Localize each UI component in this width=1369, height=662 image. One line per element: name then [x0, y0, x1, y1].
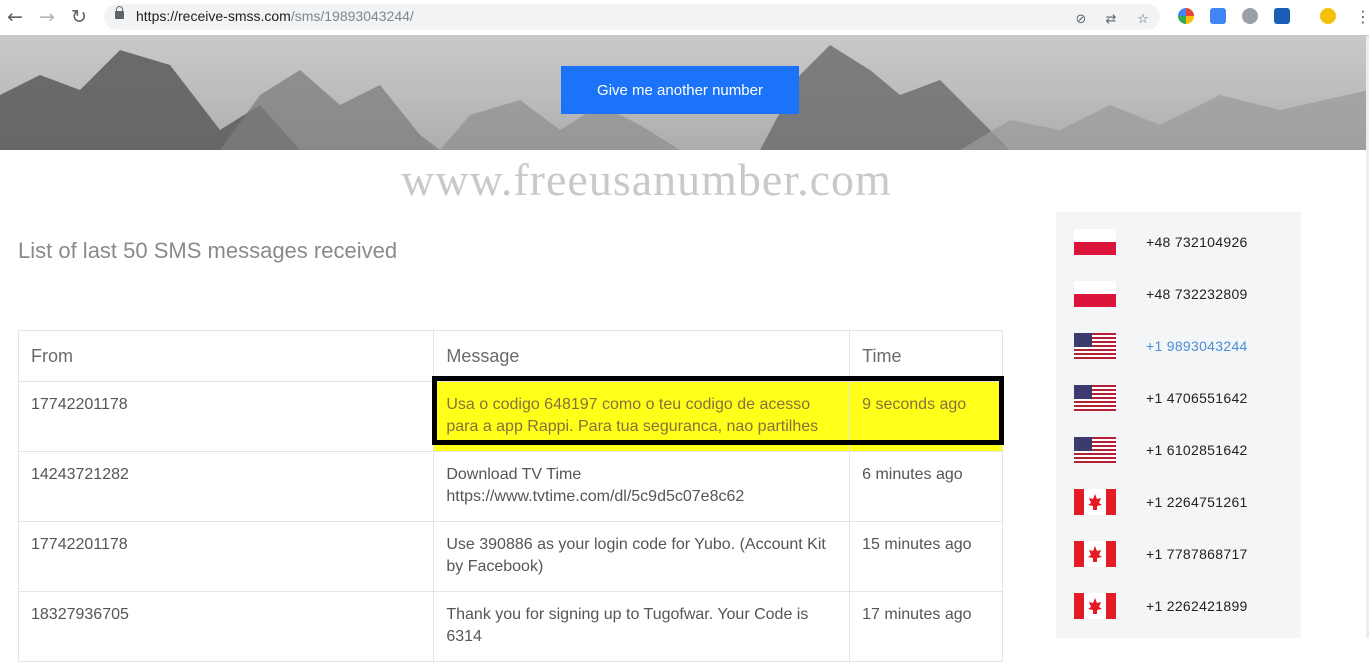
canada-flag-icon [1074, 593, 1116, 619]
header-from: From [17, 330, 435, 382]
table-header-row: From Message Time [17, 330, 1003, 382]
table-row: 18327936705 Thank you for signing up to … [17, 591, 1003, 662]
sms-message: Usa o codigo 648197 como o teu codigo de… [433, 381, 851, 452]
phone-number-link[interactable]: +48 732104926 [1146, 234, 1248, 250]
sms-message: Download TV Time https://www.tvtime.com/… [433, 451, 851, 522]
browser-toolbar: ← → ↻ https://receive-smss.com/sms/19893… [0, 0, 1369, 36]
lock-icon [115, 6, 124, 19]
phone-number-link[interactable]: +1 9893043244 [1146, 338, 1248, 354]
sms-from: 14243721282 [17, 451, 435, 522]
phone-number-link[interactable]: +48 732232809 [1146, 286, 1248, 302]
translate-icon[interactable]: ⇄ [1103, 12, 1119, 28]
blocked-popup-icon[interactable]: ⊘ [1073, 12, 1089, 28]
number-item[interactable]: +1 2262421899 [1056, 580, 1301, 632]
hero-banner: Give me another number [0, 35, 1369, 150]
sms-message: Use 390886 as your login code for Yubo. … [433, 521, 851, 592]
table-row: 17742201178 Usa o codigo 648197 como o t… [17, 381, 1003, 452]
forward-icon[interactable]: → [36, 6, 58, 28]
reload-icon[interactable]: ↻ [68, 6, 90, 28]
sms-from: 17742201178 [17, 521, 435, 592]
canada-flag-icon [1074, 489, 1116, 515]
extension-icon[interactable] [1242, 8, 1258, 24]
sms-time: 6 minutes ago [849, 451, 1003, 522]
usa-flag-icon [1074, 437, 1116, 463]
table-row: 14243721282 Download TV Time https://www… [17, 451, 1003, 522]
sms-from: 18327936705 [17, 591, 435, 662]
table-row: 17742201178 Use 390886 as your login cod… [17, 521, 1003, 592]
poland-flag-icon [1074, 281, 1116, 307]
number-item[interactable]: +48 732104926 [1056, 216, 1301, 268]
profile-avatar-icon[interactable] [1320, 8, 1336, 24]
sms-time: 15 minutes ago [849, 521, 1003, 592]
number-item[interactable]: +1 4706551642 [1056, 372, 1301, 424]
url-text[interactable]: https://receive-smss.com/sms/19893043244… [136, 8, 414, 24]
sms-time: 17 minutes ago [849, 591, 1003, 662]
translate-extension-icon[interactable] [1210, 8, 1226, 24]
sms-time: 9 seconds ago [849, 381, 1003, 452]
sms-messages-table: From Message Time 17742201178 Usa o codi… [17, 330, 1003, 662]
number-item[interactable]: +48 732232809 [1056, 268, 1301, 320]
give-another-number-button[interactable]: Give me another number [561, 66, 799, 114]
phone-number-link[interactable]: +1 2262421899 [1146, 598, 1248, 614]
color-extension-icon[interactable] [1178, 8, 1194, 24]
numbers-sidebar: +48 732104926 +48 732232809 +1 989304324… [1056, 212, 1301, 638]
bookmark-star-icon[interactable]: ☆ [1135, 12, 1151, 28]
usa-flag-icon [1074, 385, 1116, 411]
canada-flag-icon [1074, 541, 1116, 567]
address-bar[interactable]: https://receive-smss.com/sms/19893043244… [104, 4, 1160, 30]
watermark-text: www.freeusanumber.com [401, 154, 892, 205]
phone-number-link[interactable]: +1 4706551642 [1146, 390, 1248, 406]
phone-number-link[interactable]: +1 6102851642 [1146, 442, 1248, 458]
number-item[interactable]: +1 2264751261 [1056, 476, 1301, 528]
number-item-active[interactable]: +1 9893043244 [1056, 320, 1301, 372]
url-host: https://receive-smss.com [136, 8, 291, 24]
browser-menu-icon[interactable]: ⋮ [1355, 8, 1369, 26]
back-icon[interactable]: ← [4, 6, 26, 28]
phone-number-link[interactable]: +1 7787868717 [1146, 546, 1248, 562]
page-title: List of last 50 SMS messages received [18, 238, 398, 263]
cast-extension-icon[interactable] [1274, 8, 1290, 24]
number-item[interactable]: +1 6102851642 [1056, 424, 1301, 476]
number-item[interactable]: +1 7787868717 [1056, 528, 1301, 580]
header-time: Time [849, 330, 1003, 382]
poland-flag-icon [1074, 229, 1116, 255]
sms-from: 17742201178 [17, 381, 435, 452]
url-path: /sms/19893043244/ [290, 8, 414, 24]
header-message: Message [433, 330, 851, 382]
usa-flag-icon [1074, 333, 1116, 359]
phone-number-link[interactable]: +1 2264751261 [1146, 494, 1248, 510]
sms-message: Thank you for signing up to Tugofwar. Yo… [433, 591, 851, 662]
